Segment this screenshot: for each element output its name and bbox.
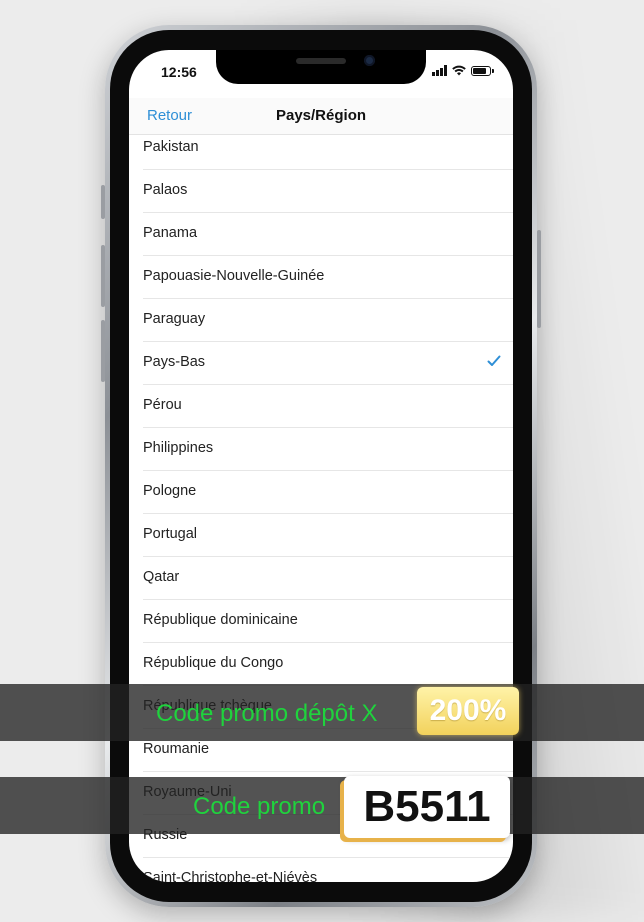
front-camera: [364, 55, 375, 66]
country-row[interactable]: Saint-Christophe-et-Niévès: [143, 858, 513, 882]
country-label: Saint-Christophe-et-Niévès: [143, 870, 318, 882]
country-label: République dominicaine: [143, 612, 298, 628]
promo-code-badge: B5511: [344, 776, 510, 838]
country-row[interactable]: Paraguay: [143, 299, 513, 342]
status-time: 12:56: [161, 64, 197, 80]
page-title: Pays/Région: [275, 107, 367, 124]
country-row[interactable]: Qatar: [143, 557, 513, 600]
speaker-grille: [296, 58, 346, 64]
country-label: Philippines: [143, 440, 214, 456]
promo-text-deposit: Code promo dépôt X: [156, 700, 378, 727]
country-label: Portugal: [143, 526, 198, 542]
mute-switch: [101, 185, 105, 219]
promo-text-code: Code promo: [193, 793, 326, 820]
country-row[interactable]: Pologne: [143, 471, 513, 514]
country-label: Panama: [143, 225, 198, 241]
country-label: Pologne: [143, 483, 197, 499]
country-label: Pays-Bas: [143, 354, 206, 370]
country-label: Palaos: [143, 182, 188, 198]
volume-up-button: [101, 245, 105, 307]
country-label: Pakistan: [143, 139, 199, 155]
checkmark-icon: [487, 355, 501, 366]
battery-icon: [471, 65, 494, 76]
percent-badge: 200%: [417, 687, 519, 735]
notch: [216, 50, 426, 84]
country-row[interactable]: Portugal: [143, 514, 513, 557]
country-row[interactable]: République dominicaine: [143, 600, 513, 643]
country-list: Pakistan Palaos Panama Papouasie-Nouvelle-G…: [129, 127, 513, 882]
side-button: [537, 230, 541, 328]
country-row[interactable]: Palaos: [143, 170, 513, 213]
country-row[interactable]: Papouasie-Nouvelle-Guinée: [143, 256, 513, 299]
country-label: Paraguay: [143, 311, 206, 327]
country-label: Roumanie: [143, 741, 210, 757]
phone-screen: 12:56 Retour Pays/Région Pakistan Palaos P…: [129, 50, 513, 882]
country-row[interactable]: Pakistan: [143, 127, 513, 170]
volume-down-button: [101, 320, 105, 382]
country-label: République du Congo: [143, 655, 284, 671]
country-row[interactable]: Panama: [143, 213, 513, 256]
country-row[interactable]: Philippines: [143, 428, 513, 471]
country-label: Pérou: [143, 397, 182, 413]
country-label: Qatar: [143, 569, 180, 585]
country-row[interactable]: République du Congo: [143, 643, 513, 686]
status-icons: [432, 65, 494, 76]
country-row[interactable]: Pays-Bas: [143, 342, 513, 385]
country-label: Papouasie-Nouvelle-Guinée: [143, 268, 325, 284]
wifi-icon: [452, 65, 466, 76]
signal-icon: [432, 65, 447, 76]
country-row[interactable]: Pérou: [143, 385, 513, 428]
